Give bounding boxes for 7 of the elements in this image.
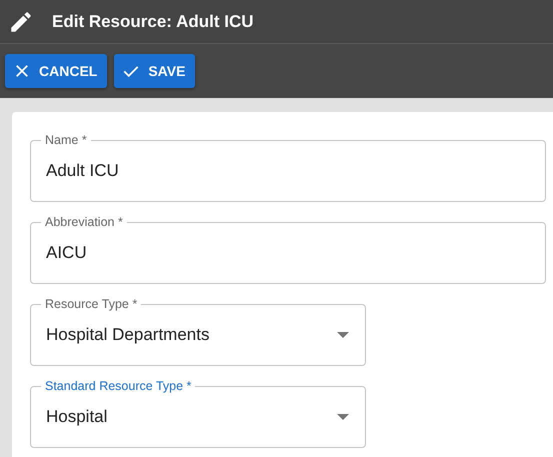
field-label: Standard Resource Type *	[41, 378, 196, 394]
save-button[interactable]: SAVE	[114, 54, 196, 88]
page-title: Edit Resource: Adult ICU	[52, 10, 254, 33]
caret-icon	[337, 414, 349, 420]
field-label: Resource Type *	[41, 296, 142, 312]
caret-icon	[337, 332, 349, 338]
cancel-button[interactable]: CANCEL	[5, 54, 108, 88]
